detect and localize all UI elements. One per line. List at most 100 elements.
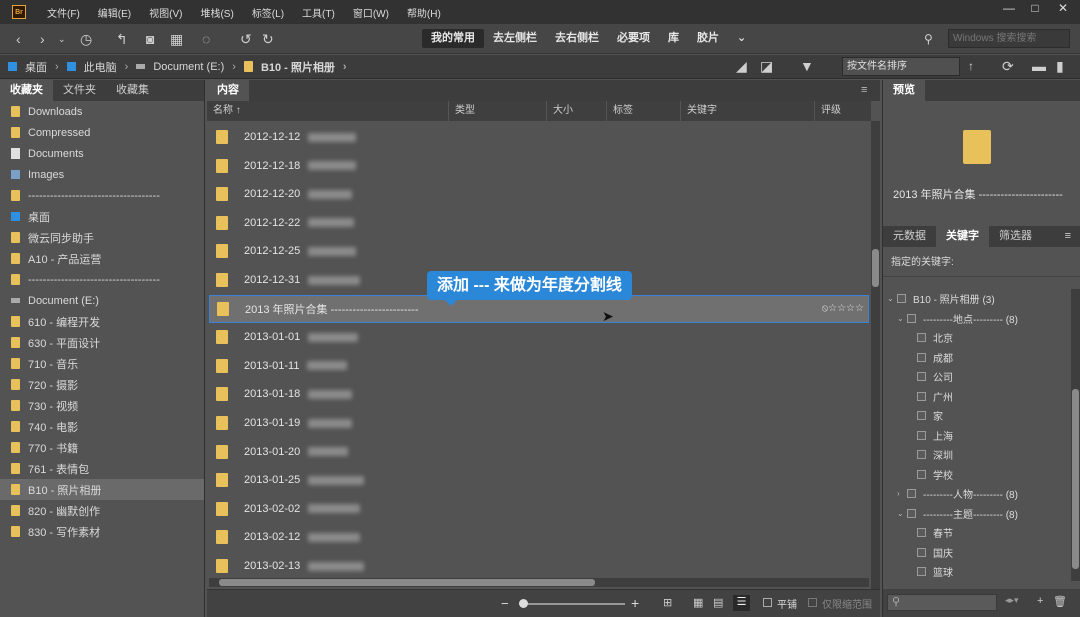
favorite-item[interactable]: 微云同步助手 bbox=[0, 227, 204, 248]
favorite-item[interactable]: ------------------------------------ bbox=[0, 185, 204, 206]
workspace-tab[interactable]: 胶片 bbox=[688, 29, 728, 48]
column-type[interactable]: 类型 bbox=[449, 101, 547, 121]
favorite-item[interactable]: 761 - 表情包 bbox=[0, 458, 204, 479]
chevron-down-icon[interactable]: ⌄ bbox=[58, 30, 66, 48]
keyword-scrollbar[interactable] bbox=[1071, 289, 1080, 581]
menu-edit[interactable]: 编辑(E) bbox=[98, 5, 131, 20]
close-button[interactable]: ✕ bbox=[1050, 0, 1076, 16]
favorite-item[interactable]: Images bbox=[0, 164, 204, 185]
scroll-thumb[interactable] bbox=[219, 579, 595, 586]
rating-filter-icon[interactable]: ◪ bbox=[760, 57, 773, 75]
favorite-item[interactable]: 770 - 书籍 bbox=[0, 437, 204, 458]
favorite-item[interactable]: A10 - 产品运营 bbox=[0, 248, 204, 269]
keyword-checkbox[interactable] bbox=[917, 450, 926, 460]
keyword-checkbox[interactable] bbox=[917, 430, 926, 440]
keyword-checkbox[interactable] bbox=[917, 469, 926, 479]
keyword-item[interactable]: › ---------人物--------- (8) bbox=[887, 484, 1071, 504]
horizontal-scrollbar[interactable] bbox=[209, 578, 869, 587]
add-keyword-icon[interactable]: + bbox=[1037, 595, 1043, 607]
keyword-item[interactable]: 学校 bbox=[887, 465, 1071, 485]
thumbnail-view-icon[interactable]: ▦ bbox=[693, 596, 703, 609]
sort-select[interactable]: 按文件名排序 bbox=[842, 57, 960, 76]
file-row[interactable]: 2012-12-22 bbox=[209, 209, 869, 237]
favorite-item[interactable]: 630 - 平面设计 bbox=[0, 332, 204, 353]
sort-direction-icon[interactable]: ↑ bbox=[968, 57, 974, 75]
file-row[interactable]: 2013-02-12 bbox=[209, 523, 869, 551]
menu-help[interactable]: 帮助(H) bbox=[407, 5, 441, 20]
keyword-item[interactable]: ⌄ ---------主题--------- (8) bbox=[887, 504, 1071, 524]
keyword-checkbox[interactable] bbox=[907, 313, 916, 323]
file-row[interactable]: 2013-01-25 bbox=[209, 466, 869, 494]
keyword-checkbox[interactable] bbox=[917, 372, 926, 382]
column-label[interactable]: 标签 bbox=[607, 101, 681, 121]
favorite-item[interactable]: 610 - 编程开发 bbox=[0, 311, 204, 332]
file-row[interactable]: 2012-12-12 bbox=[209, 123, 869, 151]
favorite-item[interactable]: 740 - 电影 bbox=[0, 416, 204, 437]
new-folder-icon[interactable]: ▬ bbox=[1032, 57, 1046, 75]
favorite-item[interactable]: ------------------------------------ bbox=[0, 269, 204, 290]
column-keywords[interactable]: 关键字 bbox=[681, 101, 815, 121]
menu-window[interactable]: 窗口(W) bbox=[353, 5, 389, 20]
breadcrumb-item[interactable]: B10 - 照片相册 › bbox=[243, 59, 347, 75]
filter-only-checkbox[interactable] bbox=[808, 598, 817, 607]
favorite-item[interactable]: 730 - 视频 bbox=[0, 395, 204, 416]
workspace-tab[interactable]: 库 bbox=[659, 29, 688, 48]
workspace-tab[interactable]: 我的常用 bbox=[422, 29, 484, 48]
delete-keyword-icon[interactable]: 🗑 bbox=[1053, 595, 1067, 608]
keyword-item[interactable]: 成都 bbox=[887, 348, 1071, 368]
collapse-icon[interactable]: ⌄ bbox=[887, 294, 897, 303]
tab-keywords[interactable]: 关键字 bbox=[936, 226, 989, 247]
keyword-checkbox[interactable] bbox=[907, 508, 916, 518]
file-row[interactable]: 2013-01-11 bbox=[209, 352, 869, 380]
minimize-button[interactable]: — bbox=[996, 0, 1022, 16]
file-row[interactable]: 2013-02-13 bbox=[209, 552, 869, 580]
keyword-checkbox[interactable] bbox=[897, 294, 906, 304]
file-row[interactable]: 2012-12-18 bbox=[209, 152, 869, 180]
filter-icon[interactable]: ▼ bbox=[800, 57, 814, 75]
menu-label[interactable]: 标签(L) bbox=[252, 5, 284, 20]
scroll-thumb[interactable] bbox=[1072, 389, 1079, 569]
rating-stars[interactable]: ⦸☆☆☆☆ bbox=[822, 303, 864, 314]
favorite-item[interactable]: 720 - 摄影 bbox=[0, 374, 204, 395]
file-row[interactable]: 2013-01-18 bbox=[209, 380, 869, 408]
keyword-item[interactable]: 深圳 bbox=[887, 445, 1071, 465]
menu-view[interactable]: 视图(V) bbox=[149, 5, 182, 20]
keyword-item[interactable]: 篮球 bbox=[887, 562, 1071, 581]
column-size[interactable]: 大小 bbox=[547, 101, 607, 121]
quality-icon[interactable]: ◢ bbox=[736, 57, 747, 75]
file-row[interactable]: 2012-12-20 bbox=[209, 180, 869, 208]
flat-checkbox[interactable] bbox=[763, 598, 772, 607]
refine-icon[interactable]: ▦ bbox=[170, 30, 183, 48]
keyword-item[interactable]: ⌄ ---------地点--------- (8) bbox=[887, 309, 1071, 329]
keyword-search-input[interactable]: ⚲ bbox=[887, 594, 997, 611]
file-row[interactable]: 2013-01-01 bbox=[209, 323, 869, 351]
breadcrumb-item[interactable]: 桌面 › bbox=[8, 59, 59, 75]
expand-icon[interactable]: › bbox=[897, 489, 907, 498]
keyword-item[interactable]: 广州 bbox=[887, 387, 1071, 407]
slider-handle[interactable] bbox=[519, 599, 528, 608]
file-row[interactable]: 2012-12-25 bbox=[209, 237, 869, 265]
keyword-item[interactable]: ⌄ B10 - 照片相册 (3) bbox=[887, 289, 1071, 309]
workspace-tab[interactable]: 必要项 bbox=[608, 29, 659, 48]
tab-folders[interactable]: 文件夹 bbox=[53, 80, 106, 101]
tab-metadata[interactable]: 元数据 bbox=[883, 226, 936, 247]
menu-file[interactable]: 文件(F) bbox=[47, 5, 80, 20]
menu-tools[interactable]: 工具(T) bbox=[302, 5, 335, 20]
back-icon[interactable]: ‹ bbox=[16, 30, 21, 48]
favorite-item[interactable]: Documents bbox=[0, 143, 204, 164]
keyword-checkbox[interactable] bbox=[917, 333, 926, 343]
workspace-more-icon[interactable]: ⌄ bbox=[728, 29, 755, 48]
delete-icon[interactable]: ▮ bbox=[1056, 57, 1064, 75]
breadcrumb-item[interactable]: 此电脑 › bbox=[66, 59, 128, 75]
favorite-item[interactable]: 桌面 bbox=[0, 206, 204, 227]
grid-view-icon[interactable]: ⊞ bbox=[663, 596, 672, 609]
keyword-checkbox[interactable] bbox=[917, 391, 926, 401]
tab-filter[interactable]: 筛选器 bbox=[989, 226, 1042, 247]
scroll-thumb[interactable] bbox=[872, 249, 879, 287]
keyword-checkbox[interactable] bbox=[917, 528, 926, 538]
return-icon[interactable]: ↰ bbox=[116, 30, 128, 48]
favorite-item[interactable]: B10 - 照片相册 bbox=[0, 479, 204, 500]
keyword-nav-icon[interactable]: ◂▸▾ bbox=[1005, 595, 1019, 606]
file-row[interactable]: 2013-02-02 bbox=[209, 495, 869, 523]
forward-icon[interactable]: › bbox=[40, 30, 45, 48]
